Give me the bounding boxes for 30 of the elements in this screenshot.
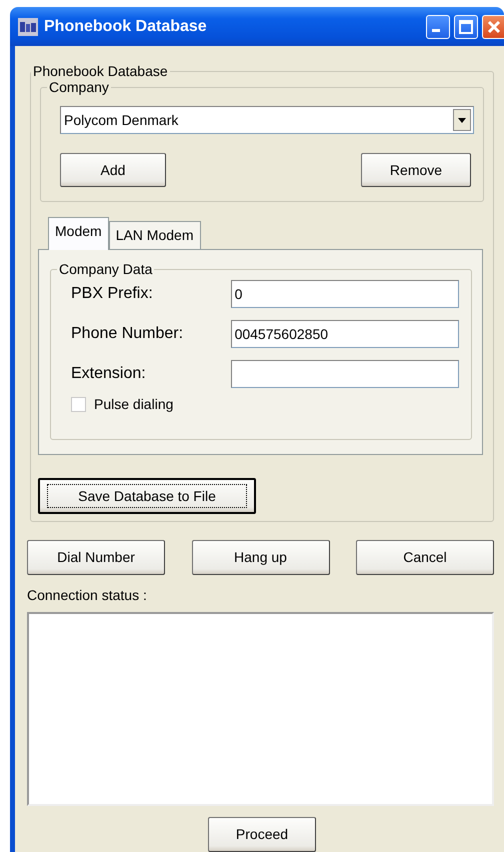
hang-up-button[interactable]: Hang up [192, 540, 330, 575]
maximize-button[interactable] [454, 14, 478, 38]
minimize-button[interactable] [426, 14, 450, 38]
app-icon [18, 18, 38, 36]
cancel-button[interactable]: Cancel [356, 540, 494, 575]
save-button[interactable]: Save Database to File [38, 478, 256, 514]
proceed-button[interactable]: Proceed [208, 817, 316, 852]
group-title: Company Data [58, 262, 154, 276]
group-title: Phonebook Database [32, 64, 169, 78]
text-field[interactable] [230, 360, 459, 388]
tab[interactable]: Modem [48, 217, 109, 250]
pulse-dialing-checkbox[interactable] [71, 397, 86, 412]
field-label: Extension: [71, 364, 147, 384]
group-title: Company [48, 80, 110, 94]
close-button[interactable] [482, 14, 504, 38]
checkbox-label: Pulse dialing [94, 395, 174, 414]
company-dropdown[interactable]: Polycom Denmark [60, 106, 474, 134]
text-field[interactable]: 0 [230, 280, 459, 308]
add-button[interactable]: Add [60, 153, 166, 187]
minimize-icon [432, 29, 440, 32]
field-label: PBX Prefix: [71, 284, 154, 304]
remove-button[interactable]: Remove [361, 153, 471, 187]
close-icon [486, 20, 500, 34]
tab[interactable]: LAN Modem [108, 221, 200, 249]
field-label: Phone Number: [71, 324, 184, 344]
dial-button[interactable]: Dial Number [27, 540, 165, 575]
maximize-icon [459, 20, 473, 34]
text-field[interactable]: 004575602850 [230, 320, 459, 348]
window-title: Phonebook Database [44, 16, 207, 36]
status-label: Connection status : [27, 586, 147, 605]
